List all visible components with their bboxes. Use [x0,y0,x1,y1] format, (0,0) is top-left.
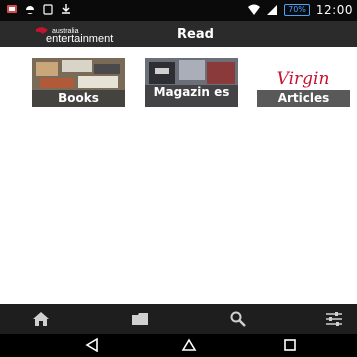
tile-articles[interactable]: Virgin Articles [257,58,350,107]
app-bar: australia entertainment Read [0,21,357,47]
bottom-toolbar [0,304,357,334]
tile-books-label: Books [32,90,125,107]
android-debug-icon [26,6,34,14]
page-title: Read [177,27,214,42]
tile-magazines-label: Magazin es [145,85,238,107]
virgin-brand-text: Virgin [277,69,330,89]
battery-indicator: 70% [284,4,310,16]
status-left [6,3,72,15]
status-bar: 70% 12:00 [0,0,357,21]
notification-icon [7,5,17,13]
wifi-icon [248,4,261,15]
home-icon[interactable] [181,338,197,352]
status-clock: 12:00 [315,3,353,17]
logo-line2: entertainment [46,33,113,44]
search-icon[interactable] [229,311,247,327]
library-icon[interactable] [131,311,149,327]
signal-icon [267,5,278,15]
system-nav-bar [0,334,357,357]
tile-articles-label: Articles [257,90,350,107]
status-right: 70% 12:00 [248,3,353,17]
brand-logo[interactable]: australia entertainment [34,25,164,44]
tile-magazines[interactable]: Magazin es [145,58,238,107]
sim-icon [43,4,53,15]
recents-icon[interactable] [282,338,298,352]
download-icon [62,4,70,14]
home-icon[interactable] [32,311,50,327]
tile-books[interactable]: Books [32,58,125,107]
back-icon[interactable] [84,338,100,352]
settings-icon[interactable] [325,311,343,327]
